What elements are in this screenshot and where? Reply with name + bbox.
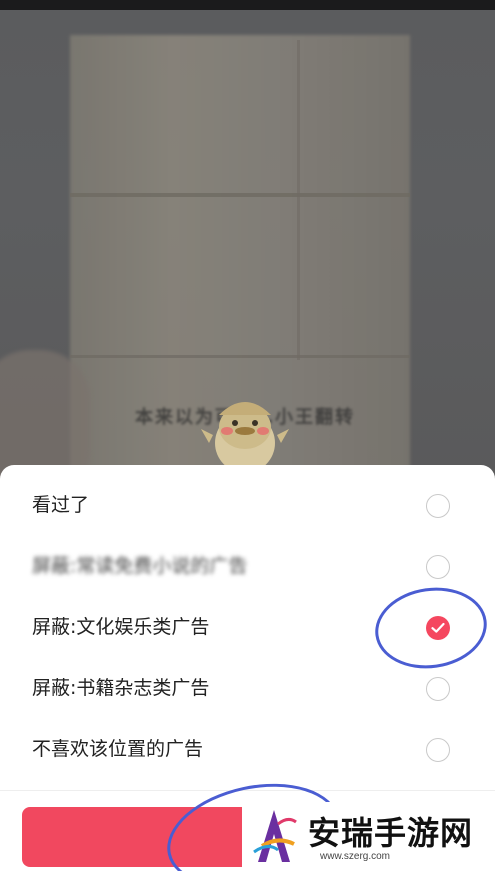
- option-label: 屏蔽:常读免费小说的广告: [32, 555, 248, 577]
- video-hand: [0, 350, 90, 480]
- watermark-title: 安瑞手游网: [308, 814, 474, 852]
- option-label: 不喜欢该位置的广告: [32, 738, 204, 760]
- radio-button[interactable]: [426, 494, 450, 518]
- option-block-novel-ads[interactable]: 屏蔽:常读免费小说的广告: [0, 536, 495, 597]
- radio-button[interactable]: [426, 555, 450, 579]
- option-label: 屏蔽:书籍杂志类广告: [32, 677, 210, 699]
- option-dislike-position[interactable]: 不喜欢该位置的广告: [0, 719, 495, 780]
- radio-button[interactable]: [426, 677, 450, 701]
- radio-button[interactable]: [426, 738, 450, 762]
- status-bar: [0, 0, 495, 10]
- watermark: 安瑞手游网 www.szerg.com: [242, 802, 492, 871]
- option-label: 看过了: [32, 494, 90, 516]
- option-label: 屏蔽:文化娱乐类广告: [32, 616, 210, 638]
- site-logo-icon: [253, 810, 297, 862]
- watermark-url: www.szerg.com: [320, 851, 391, 862]
- option-seen[interactable]: 看过了: [0, 475, 495, 536]
